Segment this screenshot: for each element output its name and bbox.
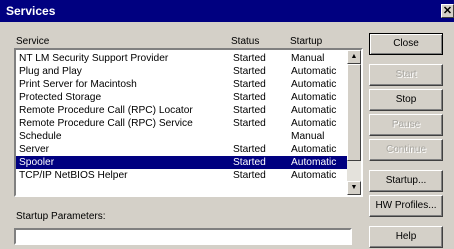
- scrollbar-thumb[interactable]: [347, 64, 361, 161]
- service-row[interactable]: Print Server for Macintosh Started Automat…: [16, 78, 347, 91]
- hw-profiles-button[interactable]: HW Profiles...: [369, 195, 443, 217]
- service-service-cell: Remote Procedure Call (RPC) Service: [19, 118, 193, 129]
- help-button[interactable]: Help: [369, 226, 443, 248]
- service-row[interactable]: Server Started Automatic: [16, 143, 347, 156]
- service-row[interactable]: NT LM Security Support Provider Started Ma…: [16, 52, 347, 65]
- service-service-cell: Spooler: [19, 157, 55, 168]
- pause-button[interactable]: Pause: [369, 114, 443, 136]
- service-startup-cell: Automatic: [291, 170, 337, 181]
- service-status-cell: Started: [233, 118, 266, 129]
- service-status-cell: Started: [233, 66, 266, 77]
- service-row[interactable]: Remote Procedure Call (RPC) Locator Start…: [16, 104, 347, 117]
- title-bar[interactable]: Services ✕: [0, 0, 454, 22]
- service-service-cell: Protected Storage: [19, 92, 102, 103]
- service-service-cell: Remote Procedure Call (RPC) Locator: [19, 105, 193, 116]
- service-service-cell: Print Server for Macintosh: [19, 79, 137, 90]
- service-row[interactable]: Protected Storage Started Automatic: [16, 91, 347, 104]
- service-status-cell: Started: [233, 79, 266, 90]
- service-startup-cell: Automatic: [291, 92, 337, 103]
- service-row[interactable]: Plug and Play Started Automatic: [16, 65, 347, 78]
- service-startup-cell: Automatic: [291, 157, 337, 168]
- startup-parameters-label: Startup Parameters:: [16, 211, 106, 222]
- start-button[interactable]: Start: [369, 64, 443, 86]
- service-status-cell: Started: [233, 170, 266, 181]
- up-arrow-icon[interactable]: ▲: [347, 50, 361, 64]
- column-header-startup[interactable]: Startup: [290, 36, 322, 47]
- service-startup-cell: Automatic: [291, 66, 337, 77]
- service-status-cell: Started: [233, 144, 266, 155]
- service-startup-cell: Manual: [291, 53, 325, 64]
- service-startup-cell: Automatic: [291, 79, 337, 90]
- service-row[interactable]: TCP/IP NetBIOS Helper Started Automatic: [16, 169, 347, 182]
- service-startup-cell: Manual: [291, 131, 325, 142]
- window-title: Services: [6, 4, 56, 18]
- service-row[interactable]: Remote Procedure Call (RPC) Service Start…: [16, 117, 347, 130]
- services-list-rows: NT LM Security Support Provider Started Ma…: [16, 52, 347, 182]
- startup-parameters-input[interactable]: [14, 228, 352, 245]
- service-service-cell: Schedule: [19, 131, 62, 142]
- stop-button[interactable]: Stop: [369, 89, 443, 111]
- service-status-cell: Started: [233, 53, 266, 64]
- service-status-cell: Started: [233, 92, 266, 103]
- close-window-icon[interactable]: ✕: [441, 4, 454, 18]
- services-list[interactable]: NT LM Security Support Provider Started Ma…: [14, 48, 363, 197]
- column-header-status[interactable]: Status: [231, 36, 259, 47]
- close-button[interactable]: Close: [369, 33, 443, 55]
- service-startup-cell: Automatic: [291, 118, 337, 129]
- service-status-cell: Started: [233, 157, 266, 168]
- service-startup-cell: Automatic: [291, 144, 337, 155]
- service-service-cell: Server: [19, 144, 50, 155]
- service-service-cell: Plug and Play: [19, 66, 82, 77]
- service-startup-cell: Automatic: [291, 105, 337, 116]
- service-row[interactable]: Spooler Started Automatic: [16, 156, 347, 169]
- startup-button[interactable]: Startup...: [369, 170, 443, 192]
- service-status-cell: Started: [233, 105, 266, 116]
- continue-button[interactable]: Continue: [369, 139, 443, 161]
- column-header-service[interactable]: Service: [16, 36, 49, 47]
- vertical-scrollbar[interactable]: ▲ ▼: [347, 50, 361, 195]
- service-service-cell: NT LM Security Support Provider: [19, 53, 169, 64]
- service-row[interactable]: Schedule Manual: [16, 130, 347, 143]
- services-dialog: Services ✕ Service Status Startup NT LM …: [0, 0, 454, 249]
- service-service-cell: TCP/IP NetBIOS Helper: [19, 170, 128, 181]
- down-arrow-icon[interactable]: ▼: [347, 181, 361, 195]
